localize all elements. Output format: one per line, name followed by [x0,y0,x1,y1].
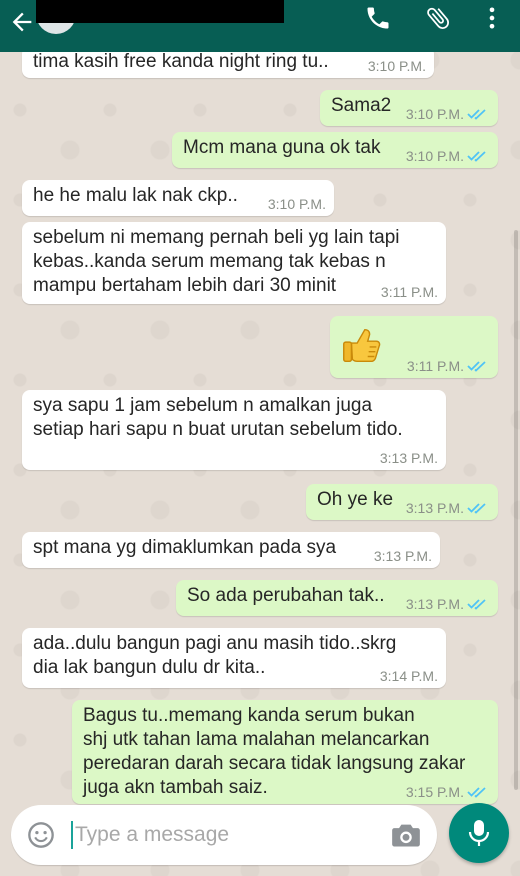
message-text: ada..dulu bangun pagi anu masih tido..sk… [33,632,396,680]
message-incoming[interactable]: ada..dulu bangun pagi anu masih tido..sk… [22,628,446,688]
message-incoming[interactable]: he he malu lak nak ckp.. 3:10 P.M. [22,180,334,216]
message-incoming[interactable]: sebelum ni memang pernah beli yg lain ta… [22,222,446,304]
mic-button[interactable] [449,803,509,863]
camera-icon[interactable] [391,821,421,849]
message-time: 3:14 P.M. [379,668,438,684]
message-text: So ada perubahan tak.. [187,585,385,606]
read-ticks-icon [467,151,486,162]
message-line: peredaran darah secara tidak langsung za… [83,753,466,774]
message-time: 3:10 P.M. [367,58,426,74]
message-time: 3:11 P.M. [406,358,464,374]
message-time: 3:10 P.M. [405,148,464,164]
message-outgoing[interactable]: Oh ye ke 3:13 P.M. [306,484,498,520]
read-ticks-icon [467,503,486,514]
message-line: Bagus tu..memang kanda serum bukan [83,705,415,726]
message-outgoing[interactable]: Bagus tu..memang kanda serum bukan shj u… [72,700,498,804]
message-line: sebelum ni memang pernah beli yg lain ta… [33,227,400,248]
paperclip-icon[interactable] [424,4,452,32]
read-ticks-icon [467,787,486,798]
thumbs-up-icon [343,328,381,363]
message-text: spt mana yg dimaklumkan pada sya [33,537,337,558]
read-ticks-icon [467,361,486,372]
message-outgoing[interactable]: So ada perubahan tak.. 3:13 P.M. [176,580,498,616]
message-text: Oh ye ke [317,489,394,510]
message-input[interactable] [75,819,375,851]
arrow-left-icon[interactable] [8,8,36,36]
mic-icon [468,820,490,846]
scrollbar[interactable] [514,230,518,790]
message-text: Sama2 [331,95,392,116]
message-composer [11,805,437,865]
read-ticks-icon [467,109,486,120]
chat-header [0,0,520,52]
message-text: he he malu lak nak ckp.. [33,185,238,206]
smiley-icon[interactable] [27,821,55,849]
message-text: sebelum ni memang pernah beli yg lain ta… [33,226,400,298]
read-ticks-icon [467,599,486,610]
message-time: 3:11 P.M. [380,284,438,300]
message-time: 3:15 P.M. [405,784,464,800]
message-line: sya sapu 1 jam sebelum n amalkan juga [33,395,373,416]
message-line: shj utk tahan lama malahan melancarkan [83,729,430,750]
message-line: mampu bertaham lebih dari 30 minit [33,275,337,296]
message-time: 3:13 P.M. [373,548,432,564]
message-line: setiap hari sapu n buat urutan sebelum t… [33,419,403,440]
message-time: 3:10 P.M. [405,106,464,122]
message-incoming[interactable]: sya sapu 1 jam sebelum n amalkan juga se… [22,390,446,470]
message-incoming[interactable]: spt mana yg dimaklumkan pada sya 3:13 P.… [22,532,440,568]
contact-name-redacted[interactable] [36,0,284,23]
message-text: Mcm mana guna ok tak [183,137,381,158]
message-line: dia lak bangun dulu dr kita.. [33,657,266,678]
message-time: 3:13 P.M. [405,596,464,612]
message-time: 3:13 P.M. [379,450,438,466]
more-vert-icon[interactable] [478,4,506,32]
message-outgoing[interactable]: Sama2 3:10 P.M. [320,90,498,126]
message-line: ada..dulu bangun pagi anu masih tido..sk… [33,633,397,654]
phone-icon[interactable] [364,4,392,32]
message-time: 3:10 P.M. [267,196,326,212]
message-time: 3:13 P.M. [405,500,464,516]
message-outgoing[interactable]: 3:11 P.M. [330,316,498,378]
message-outgoing[interactable]: Mcm mana guna ok tak 3:10 P.M. [172,132,498,168]
message-line: kebas..kanda serum memang tak kebas n [33,251,386,272]
text-cursor [71,821,73,849]
message-text: tima kasih free kanda night ring tu.. [33,51,329,72]
message-text: sya sapu 1 jam sebelum n amalkan juga se… [33,394,403,442]
